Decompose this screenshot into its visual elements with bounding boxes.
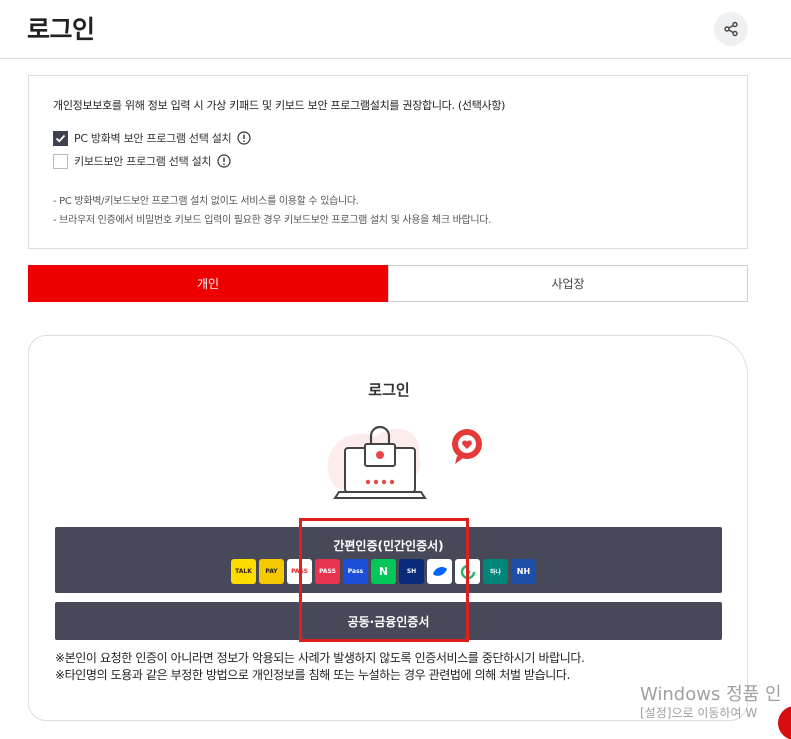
keyboard-security-option-label: 키보드보안 프로그램 선택 설치	[74, 155, 212, 168]
simple-auth-button[interactable]: 간편인증(민간인증서) TALK PAY PASS PASS Pass N SH…	[55, 527, 722, 593]
check-icon	[55, 134, 66, 142]
warning-text: ※본인이 요청한 인증이 아니라면 정보가 악용되는 사례가 발생하지 않도록 …	[55, 651, 585, 665]
nh-icon[interactable]: NH	[511, 559, 536, 584]
bank-salad-icon[interactable]	[455, 559, 480, 584]
page-title: 로그인	[27, 15, 95, 44]
joint-financial-cert-button[interactable]: 공동·금융인증서	[55, 602, 722, 640]
info-icon[interactable]	[237, 131, 251, 145]
security-note: - 브라우저 인증에서 비밀번호 키보드 입력이 필요한 경우 키보드보안 프로…	[53, 215, 492, 226]
header-divider	[0, 58, 791, 59]
toss-icon[interactable]	[427, 559, 452, 584]
naver-icon[interactable]: N	[371, 559, 396, 584]
pass-icon[interactable]: PASS	[315, 559, 340, 584]
firewall-option-label: PC 방화벽 보안 프로그램 선택 설치	[74, 132, 232, 145]
floating-action-button[interactable]	[778, 706, 791, 739]
login-title: 로그인	[368, 381, 410, 399]
laptop-lock-illustration	[327, 425, 482, 499]
windows-activation-watermark: Windows 정품 인	[640, 684, 782, 705]
samsung-pass-icon[interactable]: PASS	[287, 559, 312, 584]
security-note: - PC 방화벽/키보드보안 프로그램 설치 없이도 서비스를 이용할 수 있습…	[53, 196, 359, 207]
warning-text: ※타인명의 도용과 같은 부정한 방법으로 개인정보를 침해 또는 누설하는 경…	[55, 668, 570, 682]
payco-icon[interactable]: PAY	[259, 559, 284, 584]
firewall-checkbox[interactable]	[53, 130, 68, 146]
keyboard-security-checkbox[interactable]	[53, 153, 68, 169]
kakaotalk-icon[interactable]: TALK	[231, 559, 256, 584]
hana-icon[interactable]: 하나	[483, 559, 508, 584]
login-card: 로그인 간편인증(민간인증서) TALK PAY PASS PASS Pass …	[28, 335, 748, 721]
info-icon[interactable]	[217, 154, 231, 168]
windows-activation-hint: [설정]으로 이동하여 W	[640, 706, 758, 720]
security-options-panel: 개인정보보호를 위해 정보 입력 시 가상 키패드 및 키보드 보안 프로그램설…	[28, 75, 748, 249]
firewall-option[interactable]: PC 방화벽 보안 프로그램 선택 설치	[53, 129, 251, 147]
tab-business[interactable]: 사업장	[388, 265, 748, 302]
share-icon	[724, 21, 738, 37]
shinhan-icon[interactable]: SH	[399, 559, 424, 584]
share-button[interactable]	[714, 12, 748, 46]
simple-auth-label: 간편인증(민간인증서)	[333, 539, 444, 553]
security-description: 개인정보보호를 위해 정보 입력 시 가상 키패드 및 키보드 보안 프로그램설…	[53, 99, 506, 112]
keyboard-security-option[interactable]: 키보드보안 프로그램 선택 설치	[53, 152, 231, 170]
tab-personal[interactable]: 개인	[28, 265, 388, 302]
provider-list: TALK PAY PASS PASS Pass N SH 하나 NH	[231, 559, 536, 584]
samsung-icon[interactable]: Pass	[343, 559, 368, 584]
